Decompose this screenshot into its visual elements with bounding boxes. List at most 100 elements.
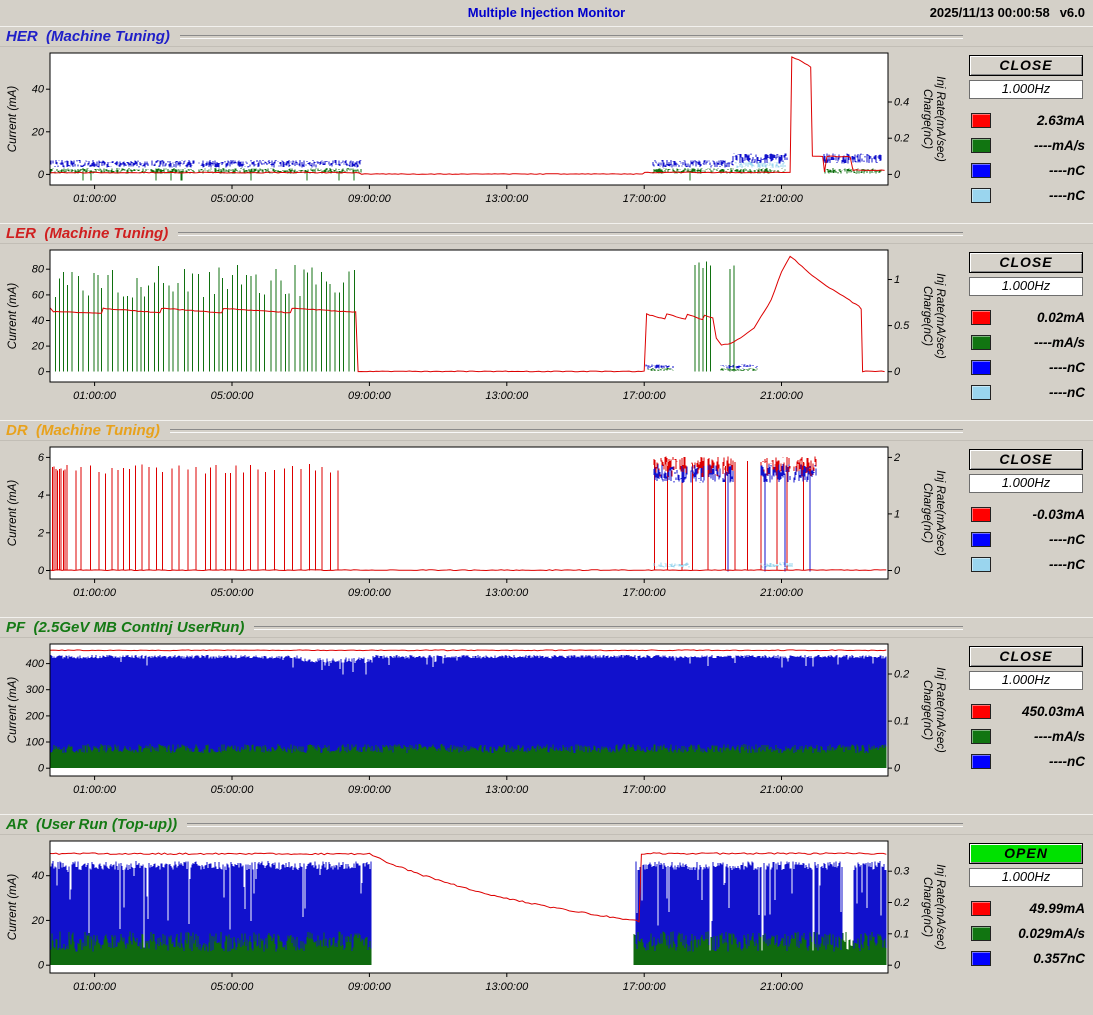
svg-text:20: 20 bbox=[31, 126, 45, 138]
svg-text:Current (mA): Current (mA) bbox=[7, 874, 19, 941]
readout-swatch bbox=[971, 704, 991, 719]
readout-swatch bbox=[971, 729, 991, 744]
readout-row: ----mA/s bbox=[971, 724, 1085, 749]
svg-text:400: 400 bbox=[26, 658, 45, 670]
svg-text:2: 2 bbox=[893, 452, 900, 464]
dr-control-panel: CLOSE 1.000Hz -0.03mA ----nC ----nC bbox=[965, 441, 1093, 618]
readout-row: ----nC bbox=[971, 158, 1085, 183]
readout-value: ----nC bbox=[991, 557, 1085, 572]
svg-text:40: 40 bbox=[32, 315, 45, 327]
readout-swatch bbox=[971, 188, 991, 203]
readout-list: 49.99mA 0.029mA/s 0.357nC bbox=[965, 896, 1087, 971]
svg-text:1: 1 bbox=[894, 508, 900, 520]
svg-text:Charge(nC): Charge(nC) bbox=[921, 286, 933, 346]
readout-swatch bbox=[971, 138, 991, 153]
svg-text:13:00:00: 13:00:00 bbox=[485, 784, 529, 796]
dr-chart: 024601201:00:0005:00:0009:00:0013:00:001… bbox=[0, 441, 965, 618]
readout-value: ----mA/s bbox=[991, 138, 1085, 153]
svg-text:20: 20 bbox=[31, 915, 45, 927]
svg-text:Inj Rate(mA/sec): Inj Rate(mA/sec) bbox=[934, 76, 946, 162]
panel-pf-title: PF (2.5GeV MB ContInj UserRun) bbox=[6, 619, 244, 636]
svg-text:01:00:00: 01:00:00 bbox=[73, 587, 117, 599]
svg-text:17:00:00: 17:00:00 bbox=[623, 981, 667, 993]
her-control-panel: CLOSE 1.000Hz 2.63mA----mA/s----nC----nC bbox=[965, 47, 1093, 224]
her-chart: 0204000.20.401:00:0005:00:0009:00:0013:0… bbox=[0, 47, 965, 224]
readout-row: 0.029mA/s bbox=[971, 921, 1085, 946]
ler-chart: 02040608000.5101:00:0005:00:0009:00:0013… bbox=[0, 244, 965, 421]
title-rule bbox=[254, 626, 963, 630]
readout-row: 450.03mA bbox=[971, 699, 1085, 724]
svg-text:01:00:00: 01:00:00 bbox=[73, 390, 117, 402]
svg-text:21:00:00: 21:00:00 bbox=[759, 390, 804, 402]
panel-pf: PF (2.5GeV MB ContInj UserRun) 010020030… bbox=[0, 617, 1093, 814]
svg-text:09:00:00: 09:00:00 bbox=[348, 981, 392, 993]
rate-display: 1.000Hz bbox=[969, 868, 1083, 887]
svg-text:17:00:00: 17:00:00 bbox=[623, 587, 667, 599]
svg-text:Inj Rate(mA/sec): Inj Rate(mA/sec) bbox=[934, 864, 946, 950]
close-button[interactable]: CLOSE bbox=[969, 55, 1083, 76]
svg-text:0.1: 0.1 bbox=[894, 928, 909, 940]
svg-text:17:00:00: 17:00:00 bbox=[623, 193, 667, 205]
panel-her: HER (Machine Tuning) 0204000.20.401:00:0… bbox=[0, 26, 1093, 223]
readout-list: 450.03mA----mA/s----nC bbox=[965, 699, 1087, 774]
svg-text:0: 0 bbox=[38, 366, 45, 378]
svg-text:09:00:00: 09:00:00 bbox=[348, 784, 392, 796]
readout-row: ----nC bbox=[971, 527, 1085, 552]
ler-control-panel: CLOSE 1.000Hz 0.02mA----mA/s----nC----nC bbox=[965, 244, 1093, 421]
svg-text:40: 40 bbox=[32, 84, 45, 96]
svg-text:20: 20 bbox=[31, 341, 45, 353]
readout-value: ----nC bbox=[991, 532, 1085, 547]
readout-value: 49.99mA bbox=[991, 901, 1085, 916]
svg-text:05:00:00: 05:00:00 bbox=[211, 587, 255, 599]
svg-text:Charge(nC): Charge(nC) bbox=[921, 89, 933, 149]
panel-her-header: HER (Machine Tuning) bbox=[0, 27, 1093, 47]
svg-text:0.4: 0.4 bbox=[894, 97, 909, 109]
rate-display: 1.000Hz bbox=[969, 80, 1083, 99]
rate-display: 1.000Hz bbox=[969, 474, 1083, 493]
readout-value: 450.03mA bbox=[991, 704, 1085, 719]
svg-text:0: 0 bbox=[894, 169, 901, 181]
svg-text:21:00:00: 21:00:00 bbox=[759, 587, 804, 599]
open-button[interactable]: OPEN bbox=[969, 843, 1083, 864]
ar-control-panel: OPEN 1.000Hz 49.99mA 0.029mA/s 0.357nC bbox=[965, 835, 1093, 1012]
title-rule bbox=[170, 429, 963, 433]
svg-text:0: 0 bbox=[894, 960, 901, 972]
readout-value: -0.03mA bbox=[991, 507, 1085, 522]
svg-text:0: 0 bbox=[894, 565, 901, 577]
readout-row: 49.99mA bbox=[971, 896, 1085, 921]
close-button[interactable]: CLOSE bbox=[969, 449, 1083, 470]
svg-text:01:00:00: 01:00:00 bbox=[73, 193, 117, 205]
svg-text:09:00:00: 09:00:00 bbox=[348, 587, 392, 599]
readout-swatch bbox=[971, 385, 991, 400]
readout-list: 0.02mA----mA/s----nC----nC bbox=[965, 305, 1087, 405]
svg-text:4: 4 bbox=[38, 490, 44, 502]
svg-text:17:00:00: 17:00:00 bbox=[623, 390, 667, 402]
svg-text:0: 0 bbox=[38, 960, 45, 972]
title-rule bbox=[187, 823, 963, 827]
svg-text:17:00:00: 17:00:00 bbox=[623, 784, 667, 796]
readout-row: ----nC bbox=[971, 355, 1085, 380]
svg-text:0: 0 bbox=[894, 763, 901, 775]
readout-value: ----nC bbox=[991, 385, 1085, 400]
readout-row: 2.63mA bbox=[971, 108, 1085, 133]
readout-row: ----nC bbox=[971, 380, 1085, 405]
svg-text:01:00:00: 01:00:00 bbox=[73, 981, 117, 993]
svg-text:6: 6 bbox=[38, 452, 45, 464]
readout-value: ----mA/s bbox=[991, 335, 1085, 350]
title-rule bbox=[180, 35, 963, 39]
readout-value: 0.357nC bbox=[991, 951, 1085, 966]
svg-text:13:00:00: 13:00:00 bbox=[485, 587, 529, 599]
svg-text:05:00:00: 05:00:00 bbox=[211, 981, 255, 993]
svg-text:40: 40 bbox=[32, 870, 45, 882]
rate-display: 1.000Hz bbox=[969, 277, 1083, 296]
readout-swatch bbox=[971, 754, 991, 769]
svg-text:300: 300 bbox=[26, 684, 45, 696]
svg-text:09:00:00: 09:00:00 bbox=[348, 390, 392, 402]
close-button[interactable]: CLOSE bbox=[969, 252, 1083, 273]
svg-text:05:00:00: 05:00:00 bbox=[211, 193, 255, 205]
svg-text:0.2: 0.2 bbox=[894, 669, 909, 681]
close-button[interactable]: CLOSE bbox=[969, 646, 1083, 667]
svg-text:1: 1 bbox=[894, 274, 900, 286]
readout-swatch bbox=[971, 113, 991, 128]
svg-text:13:00:00: 13:00:00 bbox=[485, 193, 529, 205]
